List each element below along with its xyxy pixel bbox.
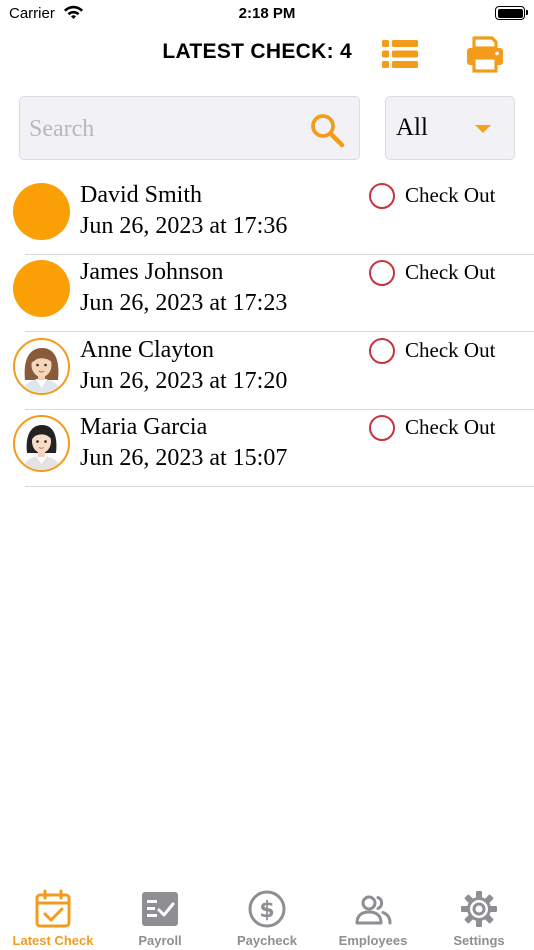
tab-latest-check[interactable]: Latest Check	[0, 880, 106, 950]
check-out-label: Check Out	[405, 183, 496, 207]
woman-avatar-icon	[22, 348, 61, 393]
tab-label: Employees	[338, 933, 408, 948]
avatar	[13, 183, 70, 240]
tab-label: Paycheck	[237, 933, 297, 948]
list-icon	[382, 40, 418, 68]
employee-name: David Smith	[80, 182, 203, 208]
battery-icon	[495, 6, 528, 20]
check-out-label: Check Out	[405, 415, 496, 439]
gear-icon	[461, 891, 497, 927]
payroll-icon	[142, 892, 178, 926]
search-input[interactable]	[29, 109, 299, 149]
tab-paycheck[interactable]: $ Paycheck	[214, 880, 320, 950]
divider	[25, 331, 534, 332]
check-datetime: Jun 26, 2023 at 17:20	[80, 368, 288, 394]
search-box	[19, 96, 360, 160]
svg-text:$: $	[259, 898, 274, 923]
check-out-label: Check Out	[405, 260, 496, 284]
tab-bar: Latest Check Payroll $ Paycheck Employee…	[0, 880, 534, 950]
search-icon[interactable]	[309, 112, 345, 148]
check-datetime: Jun 26, 2023 at 17:23	[80, 290, 288, 316]
list-item[interactable]: James Johnson Jun 26, 2023 at 17:23 Chec…	[0, 255, 534, 332]
filter-dropdown[interactable]: All	[385, 96, 515, 160]
check-datetime: Jun 26, 2023 at 17:36	[80, 213, 288, 239]
print-button[interactable]	[464, 34, 506, 74]
employee-name: Anne Clayton	[80, 337, 214, 363]
people-icon	[355, 895, 392, 925]
chevron-down-icon	[475, 125, 491, 133]
list-item[interactable]: Maria Garcia Jun 26, 2023 at 15:07 Check…	[0, 410, 534, 487]
tab-label: Payroll	[138, 933, 182, 948]
employee-name: James Johnson	[80, 259, 224, 285]
woman-avatar-icon	[22, 425, 61, 470]
list-view-button[interactable]	[380, 34, 420, 74]
check-datetime: Jun 26, 2023 at 15:07	[80, 445, 288, 471]
tab-label: Latest Check	[12, 933, 94, 948]
clock: 2:18 PM	[238, 5, 296, 22]
printer-icon	[467, 36, 503, 73]
check-out-label: Check Out	[405, 338, 496, 362]
calendar-check-icon	[35, 889, 71, 928]
divider	[25, 486, 534, 487]
employee-name: Maria Garcia	[80, 414, 208, 440]
page-title: LATEST CHECK: 4	[162, 40, 352, 63]
list-item[interactable]: Anne Clayton Jun 26, 2023 at 17:20 Check…	[0, 333, 534, 410]
avatar	[13, 260, 70, 317]
avatar	[13, 415, 70, 472]
avatar	[13, 338, 70, 395]
tab-settings[interactable]: Settings	[426, 880, 532, 950]
check-out-radio[interactable]	[369, 183, 395, 209]
status-bar: Carrier 2:18 PM	[0, 0, 534, 30]
list-item[interactable]: David Smith Jun 26, 2023 at 17:36 Check …	[0, 178, 534, 255]
filter-selected-value: All	[396, 114, 428, 141]
check-out-radio[interactable]	[369, 338, 395, 364]
check-out-radio[interactable]	[369, 260, 395, 286]
tab-payroll[interactable]: Payroll	[107, 880, 213, 950]
tab-label: Settings	[453, 933, 505, 948]
check-out-radio[interactable]	[369, 415, 395, 441]
dollar-circle-icon: $	[248, 890, 286, 928]
tab-employees[interactable]: Employees	[320, 880, 426, 950]
